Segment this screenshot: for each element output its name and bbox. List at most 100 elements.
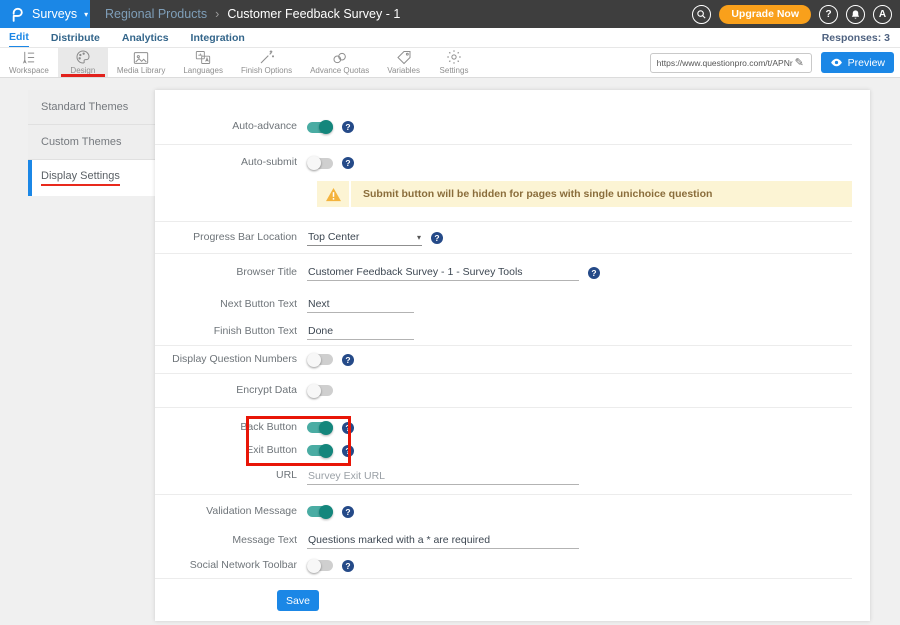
topbar-actions: Upgrade Now ? A xyxy=(692,5,900,24)
app-menu-label: Surveys xyxy=(32,7,77,21)
validation-message-row: Validation Message ? xyxy=(155,495,870,528)
sidebar-item-custom-themes[interactable]: Custom Themes xyxy=(28,125,155,160)
browser-title-row: Browser Title ? xyxy=(155,254,870,291)
exit-url-row: URL xyxy=(155,462,870,490)
auto-advance-row: Auto-advance ? xyxy=(155,110,870,144)
browser-title-label: Browser Title xyxy=(155,266,307,279)
message-text-label: Message Text xyxy=(155,534,307,547)
breadcrumb-parent[interactable]: Regional Products xyxy=(105,7,207,21)
message-text-row: Message Text xyxy=(155,528,870,553)
media-image-icon xyxy=(133,50,149,65)
preview-button[interactable]: Preview xyxy=(821,52,894,73)
message-text-input[interactable] xyxy=(307,532,579,549)
search-icon[interactable] xyxy=(692,5,711,24)
tab-variables[interactable]: Variables xyxy=(378,48,429,77)
survey-url-box: ✎ xyxy=(650,53,812,73)
exit-url-input[interactable] xyxy=(307,468,579,485)
progress-bar-location-row: Progress Bar Location Top Center ▾ ? xyxy=(155,222,870,253)
exit-button-help-icon[interactable]: ? xyxy=(342,445,354,457)
eye-icon xyxy=(830,58,843,67)
encrypt-data-row: Encrypt Data xyxy=(155,374,870,407)
responses-count-link[interactable]: Responses: 3 xyxy=(822,32,900,44)
auto-submit-warning: Submit button will be hidden for pages w… xyxy=(317,181,852,207)
app-logo-menu[interactable]: Surveys ▾ xyxy=(0,0,90,28)
nav-analytics[interactable]: Analytics xyxy=(122,29,169,47)
auto-advance-toggle[interactable] xyxy=(307,122,333,133)
tab-finish-options[interactable]: Finish Options xyxy=(232,48,301,77)
display-settings-panel: Auto-advance ? Auto-submit ? Submit butt… xyxy=(155,90,870,621)
chain-links-icon xyxy=(332,50,348,65)
validation-message-label: Validation Message xyxy=(155,505,307,518)
top-bar: Surveys ▾ Regional Products › Customer F… xyxy=(0,0,900,28)
display-question-numbers-label: Display Question Numbers xyxy=(155,353,307,366)
progress-bar-location-label: Progress Bar Location xyxy=(155,231,307,244)
avatar[interactable]: A xyxy=(873,5,892,24)
tab-media-library[interactable]: Media Library xyxy=(108,48,174,77)
sidebar-item-standard-themes[interactable]: Standard Themes xyxy=(28,90,155,125)
chevron-down-icon: ▾ xyxy=(417,233,421,242)
back-button-toggle[interactable] xyxy=(307,422,333,433)
encrypt-data-label: Encrypt Data xyxy=(155,384,307,397)
next-button-text-input[interactable] xyxy=(307,296,414,313)
help-icon[interactable]: ? xyxy=(819,5,838,24)
validation-message-help-icon[interactable]: ? xyxy=(342,506,354,518)
warning-text: Submit button will be hidden for pages w… xyxy=(351,188,712,200)
sidebar-item-display-settings[interactable]: Display Settings xyxy=(28,160,155,196)
nav-edit[interactable]: Edit xyxy=(9,28,29,47)
validation-message-toggle[interactable] xyxy=(307,506,333,517)
encrypt-data-toggle[interactable] xyxy=(307,385,333,396)
auto-advance-label: Auto-advance xyxy=(155,120,307,133)
breadcrumb: Regional Products › Customer Feedback Su… xyxy=(105,7,400,21)
social-network-toolbar-label: Social Network Toolbar xyxy=(155,559,307,572)
auto-advance-help-icon[interactable]: ? xyxy=(342,121,354,133)
browser-title-input[interactable] xyxy=(307,264,579,281)
social-network-toolbar-row: Social Network Toolbar ? xyxy=(155,553,870,578)
auto-submit-toggle[interactable] xyxy=(307,158,333,169)
display-question-numbers-row: Display Question Numbers ? xyxy=(155,346,870,373)
tag-icon xyxy=(396,50,412,65)
survey-nav: Edit Distribute Analytics Integration Re… xyxy=(0,28,900,48)
breadcrumb-separator: › xyxy=(215,7,219,21)
divider xyxy=(155,578,852,579)
back-button-row: Back Button ? xyxy=(155,416,870,439)
exit-button-toggle[interactable] xyxy=(307,445,333,456)
tab-design[interactable]: Design xyxy=(58,48,108,77)
tab-settings[interactable]: Settings xyxy=(429,48,479,77)
browser-title-help-icon[interactable]: ? xyxy=(588,267,600,279)
survey-url-input[interactable] xyxy=(655,57,795,69)
exit-url-label: URL xyxy=(155,469,307,482)
progress-bar-location-select[interactable]: Top Center ▾ xyxy=(307,229,422,246)
exit-button-label: Exit Button xyxy=(155,444,307,457)
tab-advance-quotas[interactable]: Advance Quotas xyxy=(301,48,378,77)
tab-languages[interactable]: Languages xyxy=(174,48,232,77)
design-toolbar: Workspace Design Media Library Languages… xyxy=(0,48,900,78)
social-network-toolbar-toggle[interactable] xyxy=(307,560,333,571)
back-button-help-icon[interactable]: ? xyxy=(342,422,354,434)
chevron-down-icon: ▾ xyxy=(84,10,88,19)
finish-button-text-label: Finish Button Text xyxy=(155,325,307,338)
nav-distribute[interactable]: Distribute xyxy=(51,29,100,47)
design-palette-icon xyxy=(75,50,91,65)
nav-integration[interactable]: Integration xyxy=(191,29,245,47)
warning-triangle-icon xyxy=(317,181,351,207)
next-button-text-row: Next Button Text xyxy=(155,291,870,318)
bell-icon[interactable] xyxy=(846,5,865,24)
social-network-toolbar-help-icon[interactable]: ? xyxy=(342,560,354,572)
exit-button-row: Exit Button ? xyxy=(155,439,870,462)
edit-pencil-icon[interactable]: ✎ xyxy=(795,56,804,69)
progress-bar-help-icon[interactable]: ? xyxy=(431,232,443,244)
upgrade-now-button[interactable]: Upgrade Now xyxy=(719,5,811,24)
magic-wand-icon xyxy=(259,50,275,65)
back-button-label: Back Button xyxy=(155,421,307,434)
tab-workspace[interactable]: Workspace xyxy=(0,48,58,77)
breadcrumb-current: Customer Feedback Survey - 1 xyxy=(227,7,400,21)
auto-submit-label: Auto-submit xyxy=(155,156,307,169)
gear-icon xyxy=(446,50,462,65)
finish-button-text-input[interactable] xyxy=(307,323,414,340)
workspace-icon xyxy=(21,50,36,65)
save-button[interactable]: Save xyxy=(277,590,319,611)
display-question-numbers-help-icon[interactable]: ? xyxy=(342,354,354,366)
display-question-numbers-toggle[interactable] xyxy=(307,354,333,365)
auto-submit-help-icon[interactable]: ? xyxy=(342,157,354,169)
auto-submit-row: Auto-submit ? xyxy=(155,145,870,181)
